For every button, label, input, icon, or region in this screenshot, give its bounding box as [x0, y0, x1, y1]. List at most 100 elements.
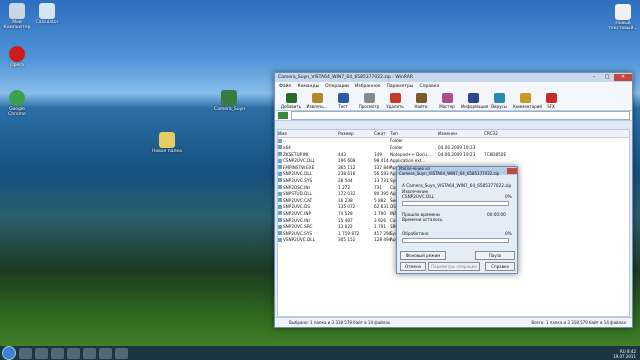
desktop-icon-text-file[interactable]: Новый текстовый...: [608, 4, 638, 31]
file-packed: 1 790: [374, 210, 386, 216]
file-size: 13 022: [338, 224, 353, 230]
status-selected: Выбрано: 1 папка и 3 318 579 байт в 14 ф…: [289, 320, 391, 325]
info-button[interactable]: Информация: [461, 93, 488, 109]
minimize-button[interactable]: –: [588, 74, 600, 81]
path-field[interactable]: [291, 111, 630, 120]
menu-commands[interactable]: Команды: [297, 84, 319, 89]
maximize-button[interactable]: □: [601, 74, 613, 81]
taskbar-media-icon[interactable]: [51, 347, 64, 359]
file-name-text: ..: [283, 138, 286, 144]
sfx-button[interactable]: SFX: [539, 93, 563, 109]
menu-operations[interactable]: Операции: [325, 84, 349, 89]
find-button[interactable]: Найти: [409, 93, 433, 109]
file-packed: 56 593: [374, 171, 389, 177]
sfx-icon: [545, 93, 557, 103]
system-tray: RU 8:42 19.07.2011: [613, 349, 636, 359]
close-button[interactable]: ✕: [614, 74, 632, 81]
file-packed: 149: [374, 151, 382, 157]
file-name-text: SNP2UVC.SRC: [283, 224, 313, 230]
file-size: 15 487: [338, 217, 353, 223]
window-titlebar[interactable]: Camera_Suyn_VISTA64_WIN7_64_6585377022.z…: [275, 73, 632, 82]
extract-dialog: Извлечение из Camera_Suyn_VISTA64_WIN7_6…: [396, 166, 518, 274]
file-name-text: VSNP2UVC.DLL: [283, 237, 315, 243]
window-title: Camera_Suyn_VISTA64_WIN7_64_6585377022.z…: [278, 75, 413, 80]
taskbar-ie-icon[interactable]: [19, 347, 32, 359]
test-button[interactable]: Тест: [331, 93, 355, 109]
file-icon: [278, 171, 282, 176]
file-icon: [278, 185, 282, 190]
file-packed: 80 395: [374, 191, 389, 197]
desktop-icon-chrome[interactable]: Google Chrome: [2, 90, 32, 117]
file-icon: [278, 211, 282, 216]
dialog-close-button[interactable]: [507, 168, 517, 174]
delete-button[interactable]: Удалить: [383, 93, 407, 109]
help-button[interactable]: Справка: [485, 262, 515, 271]
file-icon: [278, 218, 282, 223]
up-folder-button[interactable]: [278, 112, 288, 119]
view-button[interactable]: Просмотр: [357, 93, 381, 109]
column-name[interactable]: Имя: [278, 131, 338, 136]
menu-options[interactable]: Параметры: [387, 84, 414, 89]
wizard-button[interactable]: Мастер: [435, 93, 459, 109]
taskbar-chrome-icon[interactable]: [99, 347, 112, 359]
add-button[interactable]: Добавить: [279, 93, 303, 109]
file-crc: 7C8D850E: [484, 151, 507, 157]
taskbar-winrar-icon[interactable]: [115, 347, 128, 359]
wizard-icon: [441, 93, 453, 103]
column-packed[interactable]: Сжат: [374, 131, 390, 136]
desktop-icon-calculator[interactable]: Calculator: [32, 3, 62, 25]
taskbar-folder-icon[interactable]: [67, 347, 80, 359]
processed-label: Обработано: [402, 231, 429, 236]
dialog-title: Извлечение из Camera_Suyn_VISTA64_WIN7_6…: [399, 166, 500, 176]
file-name-text: SNP2UVC.DLL: [283, 171, 313, 177]
file-name: SNP2UVC.DLL: [278, 171, 338, 176]
desktop-icon-my-computer[interactable]: Мой Компьютер: [2, 3, 32, 30]
column-size[interactable]: Размер: [338, 131, 374, 136]
menu-file[interactable]: Файл: [279, 84, 291, 89]
file-size: 28 544: [338, 177, 353, 183]
column-crc[interactable]: CRC32: [484, 131, 524, 136]
file-name: SNP2DSC.INI: [278, 185, 338, 190]
desktop-icon-camera[interactable]: Camera_Suyn: [214, 90, 245, 112]
operation-params-button[interactable]: Параметры операции: [428, 262, 480, 271]
file-progress-bar: [402, 201, 509, 206]
column-modified[interactable]: Изменен: [438, 131, 484, 136]
column-type[interactable]: Тип: [390, 131, 438, 136]
pause-button[interactable]: Пауза: [475, 251, 515, 260]
dialog-archive: A Camera_Suyn_VISTA64_WIN7_64_6585377022…: [402, 183, 512, 188]
menu-favorites[interactable]: Избранное: [355, 84, 381, 89]
taskbar: RU 8:42 19.07.2011: [0, 346, 640, 360]
dialog-file-percent: 0%: [505, 194, 512, 199]
file-size: 1 272: [338, 184, 350, 190]
file-icon: [278, 191, 282, 196]
file-packed: 128 494: [374, 237, 392, 243]
file-row[interactable]: CSNP2UVC.DLL 196 608 98 414 Application ext…: [278, 157, 629, 164]
file-row[interactable]: .. Folder: [278, 138, 629, 145]
file-name-text: CSNP2UVC.DLL: [283, 158, 315, 164]
cancel-button[interactable]: Отмена: [400, 262, 426, 271]
extract-button[interactable]: Извлечь...: [305, 93, 329, 109]
start-button[interactable]: [2, 346, 16, 360]
menu-bar: Файл Команды Операции Избранное Параметр…: [275, 82, 632, 90]
file-icon: [278, 145, 282, 150]
dialog-titlebar[interactable]: Извлечение из Camera_Suyn_VISTA64_WIN7_6…: [397, 166, 517, 176]
file-row[interactable]: x64 Folder 04.06.2009 19:23: [278, 144, 629, 151]
info-icon: [467, 93, 479, 103]
opera-icon: [9, 46, 25, 62]
virus-scan-button[interactable]: Вирусы: [487, 93, 511, 109]
desktop-icon-new-folder[interactable]: Новая папка: [152, 132, 182, 154]
taskbar-skype-icon[interactable]: [35, 347, 48, 359]
file-row[interactable]: ZKSETUP.INI 443 149 Notepad++ Docu... 04.06.…: [278, 151, 629, 158]
taskbar-player-icon[interactable]: [83, 347, 96, 359]
archive-icon: [221, 90, 237, 106]
menu-help[interactable]: Справка: [419, 84, 439, 89]
comment-button[interactable]: Комментарий: [513, 93, 542, 109]
desktop-icon-opera[interactable]: Opera: [2, 46, 32, 68]
file-icon: [278, 198, 282, 203]
background-mode-button[interactable]: Фоновый режим: [400, 251, 446, 260]
elapsed-value: 00:00:00: [487, 212, 506, 217]
file-type: Application ext...: [390, 158, 426, 164]
file-name-text: SNP2UVC.DS: [283, 204, 311, 210]
file-name-text: SNP2UVC.INP: [283, 210, 312, 216]
file-name: VSNP2UVC.DLL: [278, 237, 338, 242]
